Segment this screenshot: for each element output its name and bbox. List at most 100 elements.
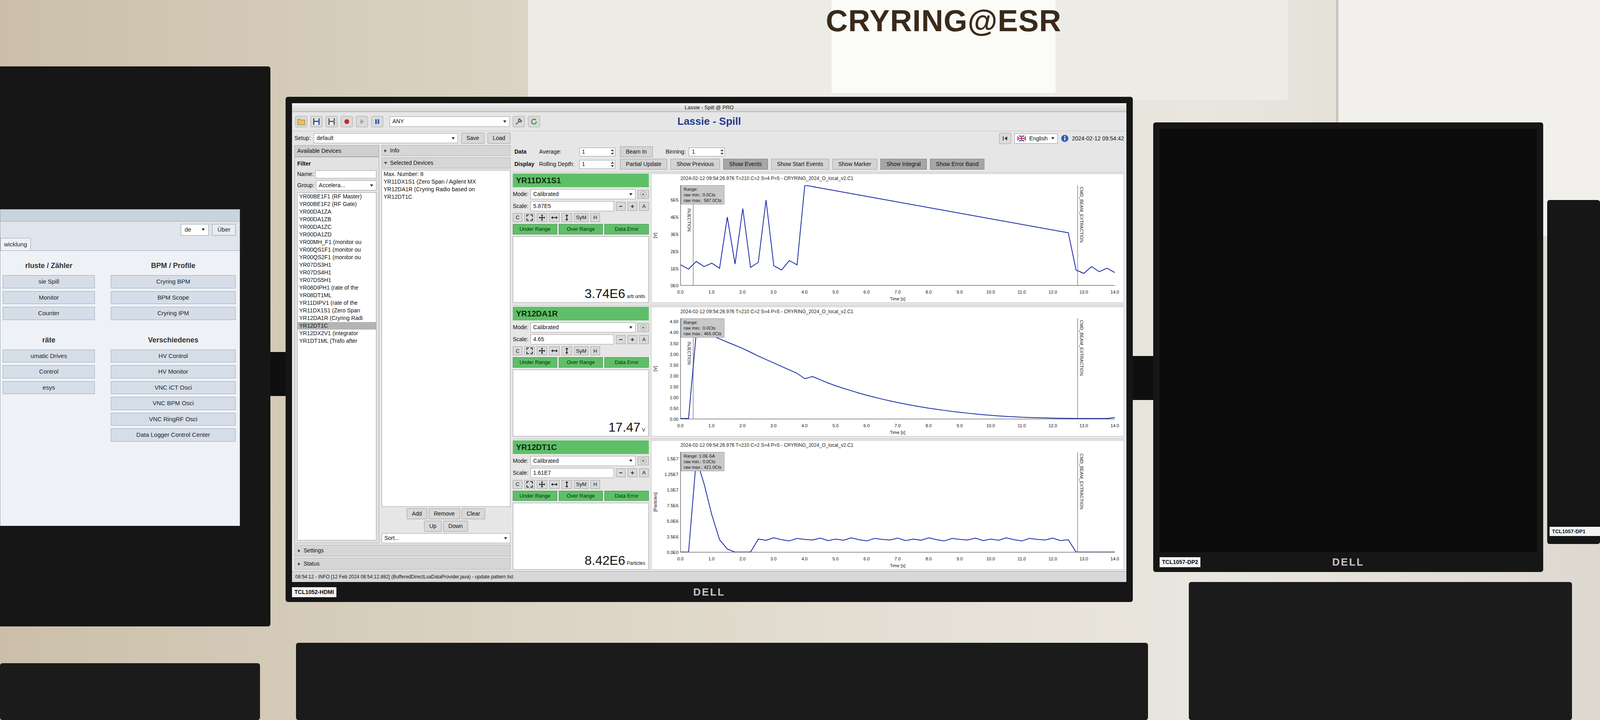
clear-button[interactable]: C [512, 213, 523, 222]
options-button[interactable] [637, 456, 649, 466]
selected-item[interactable]: YR12DT1C [382, 193, 510, 201]
auto-scale-button[interactable]: A [639, 468, 649, 478]
settings-button[interactable] [512, 116, 525, 128]
device-item[interactable]: YR12DX2V1 (integrator [297, 329, 376, 338]
scale-up-button[interactable] [627, 468, 638, 478]
device-item[interactable]: YR00BE1F2 (RF Gate) [297, 200, 376, 208]
scale-down-button[interactable] [616, 468, 626, 478]
pan-button[interactable] [536, 480, 548, 489]
save-button[interactable] [310, 116, 323, 128]
load-setup-button[interactable]: Load [487, 132, 511, 144]
display-toggle[interactable]: Show Integral [880, 158, 927, 170]
launcher-button[interactable]: BPM Scope [110, 291, 236, 305]
device-item[interactable]: YR07DS5H1 [297, 276, 376, 284]
about-button[interactable]: Über [212, 224, 236, 236]
options-button[interactable] [637, 323, 649, 332]
launcher-button[interactable]: umatic Drives [2, 349, 95, 363]
zoom-y-button[interactable] [561, 480, 572, 489]
pause-button[interactable] [371, 116, 384, 128]
list-button[interactable]: Add [406, 508, 428, 520]
tool-button[interactable]: SyM [574, 480, 589, 489]
zoom-y-button[interactable] [561, 213, 572, 222]
tool-button[interactable]: H [590, 346, 600, 356]
display-toggle[interactable]: Show Events [723, 158, 768, 170]
launcher-button[interactable]: Control [2, 365, 95, 379]
launcher-button[interactable]: VNC BPM Osci [110, 396, 236, 410]
display-toggle[interactable]: Show Previous [670, 158, 720, 170]
device-item[interactable]: YR00BE1F1 (RF Master) [297, 192, 376, 201]
group-select[interactable]: Accelera... [316, 180, 377, 191]
scale-down-button[interactable] [616, 202, 626, 211]
device-item[interactable]: YR00DA1ZB [297, 215, 376, 224]
rolling-spinner[interactable]: 1 [579, 160, 616, 169]
zoom-x-button[interactable] [549, 346, 560, 356]
collapsible-section[interactable]: Settings [294, 544, 511, 557]
language-select[interactable]: de [180, 224, 209, 236]
save-as-button[interactable] [325, 116, 338, 128]
zoom-x-button[interactable] [549, 480, 560, 489]
options-button[interactable] [637, 190, 649, 199]
average-spinner[interactable]: 1 [579, 147, 616, 157]
open-button[interactable] [295, 116, 308, 128]
scale-input[interactable]: 4.65 [530, 334, 614, 345]
list-button[interactable]: Remove [428, 508, 460, 520]
pan-button[interactable] [536, 346, 548, 356]
zoom-fit-button[interactable] [524, 213, 535, 222]
play-button[interactable] [356, 116, 368, 128]
device-item[interactable]: YR00QS2F1 (monitor ou [297, 253, 376, 262]
selected-toggle[interactable]: Selected Devices [381, 157, 511, 169]
display-toggle[interactable]: Partial Update [620, 158, 668, 170]
mode-select[interactable]: Calibrated [530, 322, 636, 333]
beam-in-button[interactable]: Beam In [620, 146, 653, 158]
launcher-button[interactable]: Counter [2, 306, 95, 320]
device-item[interactable]: YR08DIPH1 (rate of the [297, 284, 376, 292]
info-toggle[interactable]: Info [381, 145, 511, 156]
available-devices-tab[interactable]: Available Devices [294, 145, 380, 157]
sort-select[interactable]: Sort... [381, 533, 511, 544]
device-item[interactable]: YR00QS1F1 (monitor ou [297, 246, 376, 254]
clear-button[interactable]: C [512, 346, 523, 356]
launcher-button[interactable]: HV Monitor [110, 365, 236, 379]
device-item[interactable]: YR08DT1ML [297, 291, 376, 300]
launcher-button[interactable]: Data Logger Control Center [110, 428, 236, 442]
device-item[interactable]: YR00MH_F1 (monitor ou [297, 238, 376, 246]
pan-button[interactable] [536, 213, 548, 222]
device-item[interactable]: YR00DA1ZD [297, 230, 376, 239]
tool-button[interactable]: H [590, 213, 600, 222]
device-item[interactable]: YR11DIPV1 (rate of the [297, 299, 376, 307]
pattern-combo[interactable]: ANY [389, 116, 510, 127]
refresh-button[interactable] [528, 116, 540, 128]
zoom-fit-button[interactable] [524, 480, 535, 489]
binning-spinner[interactable]: 1 [688, 147, 725, 157]
scale-up-button[interactable] [627, 202, 638, 211]
zoom-y-button[interactable] [561, 346, 572, 356]
device-item[interactable]: YR07DS3H1 [297, 261, 376, 269]
device-item[interactable]: YR12DT1C [297, 322, 376, 330]
launcher-button[interactable]: Cryring IPM [110, 306, 236, 320]
launcher-button[interactable]: esys [2, 381, 95, 395]
launcher-tab[interactable]: wicklung [0, 238, 31, 251]
launcher-button[interactable]: HV Control [110, 349, 236, 363]
setup-select[interactable]: default [313, 133, 458, 144]
selected-item[interactable]: YR12DA1R (Cryring Radio based on [382, 185, 510, 194]
launcher-button[interactable]: sie Spill [2, 275, 95, 289]
order-button[interactable]: Down [443, 520, 468, 532]
zoom-fit-button[interactable] [524, 346, 535, 356]
device-item[interactable]: YR07DS4H1 [297, 268, 376, 277]
scale-down-button[interactable] [616, 335, 626, 344]
back-button[interactable] [999, 132, 1012, 144]
tool-button[interactable]: H [590, 480, 600, 489]
device-item[interactable]: YR1DT1ML (Trafo after [297, 337, 376, 345]
order-button[interactable]: Up [424, 520, 442, 532]
name-input[interactable] [315, 170, 377, 179]
device-item[interactable]: YR11DX1S1 (Zero Span [297, 306, 376, 315]
clear-button[interactable]: C [512, 480, 523, 489]
device-item[interactable]: YR00DA1ZA [297, 208, 376, 216]
launcher-button[interactable]: VNC RingRF Osci [110, 412, 236, 426]
device-item[interactable]: YR00DA1ZC [297, 223, 376, 231]
record-button[interactable] [340, 116, 353, 128]
display-toggle[interactable]: Show Error Band [930, 158, 985, 170]
tool-button[interactable]: SyM [574, 213, 589, 222]
auto-scale-button[interactable]: A [639, 335, 649, 344]
tool-button[interactable]: SyM [574, 346, 589, 356]
